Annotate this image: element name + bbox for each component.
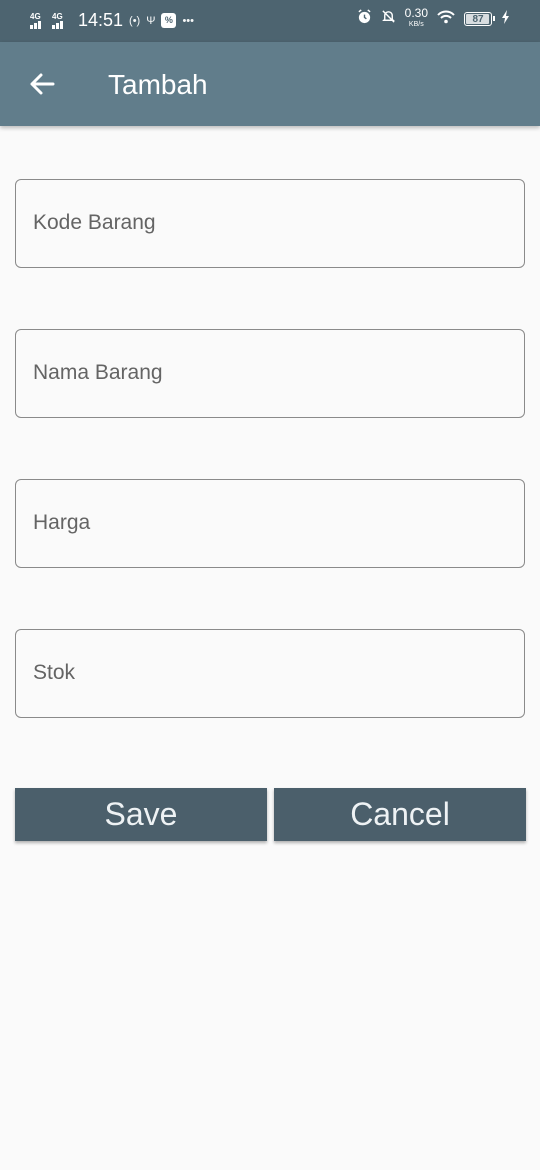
harga-field[interactable] [15, 479, 525, 568]
mute-icon [381, 9, 396, 29]
arrow-left-icon [30, 73, 55, 95]
nama-barang-field[interactable] [15, 329, 525, 418]
app-bar: Tambah [0, 42, 540, 126]
back-button[interactable] [22, 64, 62, 104]
more-notifications-icon: ••• [182, 14, 194, 27]
app-notification-icon: % [161, 13, 177, 28]
clock: 14:51 [78, 10, 124, 30]
kode-barang-input[interactable] [33, 180, 503, 266]
network-type-label: 4G [30, 11, 41, 21]
battery-level: 87 [472, 13, 484, 25]
stok-input[interactable] [33, 630, 503, 716]
status-right-group: 0.30 KB/s 87 [357, 6, 510, 30]
nama-barang-input[interactable] [33, 330, 503, 416]
network-speed: 0.30 KB/s [404, 6, 428, 30]
alarm-icon [357, 9, 372, 29]
stok-field[interactable] [15, 629, 525, 718]
speed-value: 0.30 [404, 6, 428, 20]
charging-icon [501, 9, 510, 29]
battery-icon: 87 [464, 12, 495, 26]
cancel-button[interactable]: Cancel [274, 788, 526, 841]
save-button[interactable]: Save [15, 788, 267, 841]
kode-barang-field[interactable] [15, 179, 525, 268]
signal-4g-icon: 4G [30, 11, 46, 29]
usb-icon: Ψ [146, 14, 156, 27]
status-bar: 4G 4G 14:51 (•) Ψ % ••• 0.30 KB/s 87 [0, 0, 540, 42]
wifi-icon [437, 10, 455, 29]
page-title: Tambah [108, 69, 208, 100]
speed-unit: KB/s [408, 21, 424, 28]
harga-input[interactable] [33, 480, 503, 566]
hotspot-icon: (•) [129, 14, 141, 27]
signal-4g-icon: 4G [52, 11, 68, 29]
status-left-group: 4G 4G 14:51 (•) Ψ % ••• [30, 10, 194, 31]
network-type-label: 4G [52, 11, 63, 21]
